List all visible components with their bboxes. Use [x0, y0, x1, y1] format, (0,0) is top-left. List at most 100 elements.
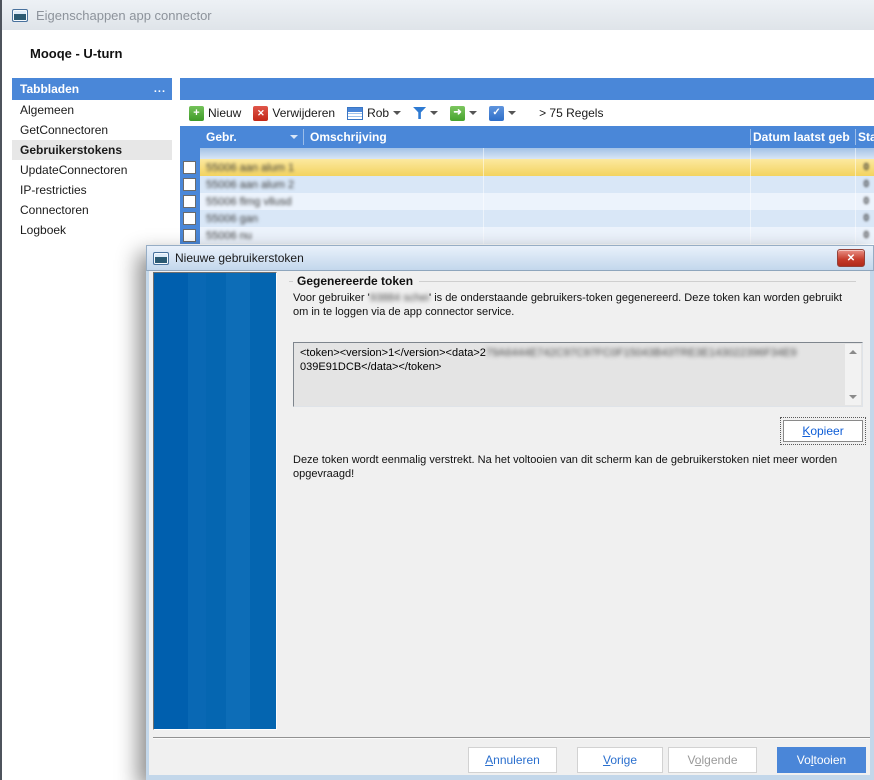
row-checkbox[interactable] [183, 161, 196, 174]
scrollbar[interactable] [845, 344, 861, 405]
page-title: Mooqe - U-turn [30, 46, 122, 61]
cell-gebr: 55006 nu [200, 230, 252, 242]
row-checkbox[interactable] [183, 212, 196, 225]
table-row[interactable]: 55006 aan alum 1 0 [200, 159, 874, 176]
plus-icon: + [189, 106, 204, 121]
wizard-banner [153, 272, 277, 730]
table-row[interactable]: 55006 aan alum 2 0 [200, 176, 874, 193]
export-dropdown[interactable]: ➜ [447, 104, 480, 123]
status-value: 0 [863, 162, 869, 173]
intro-username-redacted: 93884 schei [370, 292, 429, 304]
sidebar-item-connectoren[interactable]: Connectoren [12, 200, 172, 220]
finish-button[interactable]: Voltooien [777, 747, 866, 773]
group-box-header: Gegenereerde token [289, 274, 856, 288]
view-dropdown-label: Rob [367, 106, 389, 120]
column-divider [855, 148, 856, 244]
table-row[interactable]: 55006 nu 0 [200, 227, 874, 244]
column-divider [750, 129, 751, 145]
column-header-gebr[interactable]: Gebr. [206, 130, 237, 144]
column-divider [303, 129, 304, 145]
new-token-dialog: Nieuwe gebruikerstoken ✕ Gegenereerde to… [146, 245, 874, 780]
status-value: 0 [863, 213, 869, 224]
scroll-up-icon[interactable] [845, 344, 861, 359]
previous-button[interactable]: Vorige [577, 747, 663, 773]
view-dropdown[interactable]: Rob [344, 104, 404, 122]
arrow-right-icon: ➜ [450, 106, 465, 121]
intro-prefix: Voor gebruiker ' [293, 292, 370, 304]
table-row[interactable]: 55006 flmg vllusd 0 [200, 193, 874, 210]
new-button[interactable]: + Nieuw [186, 104, 244, 123]
group-box-title: Gegenereerde token [297, 274, 413, 288]
cell-gebr: 55006 gan [200, 213, 258, 225]
dialog-bottom-frame [149, 775, 870, 780]
sidebar-more-button[interactable]: ... [154, 83, 166, 95]
column-header-datum[interactable]: Datum laatst geb [753, 130, 850, 144]
column-divider [855, 129, 856, 145]
table-body: 55006 aan alum 1 0 55006 aan alum 2 0 55… [200, 159, 874, 244]
checkmark-icon: ✓ [489, 106, 504, 121]
cell-gebr: 55006 aan alum 1 [200, 162, 294, 174]
row-count-label: > 75 Regels [539, 106, 603, 120]
filter-dropdown[interactable] [410, 105, 441, 121]
token-suffix: 039E91DCB</data></token> [300, 361, 441, 373]
next-button[interactable]: Volgende [668, 747, 757, 773]
window-title: Eigenschappen app connector [36, 8, 212, 23]
button-separator [153, 737, 870, 738]
sidebar-item-logboek[interactable]: Logboek [12, 220, 172, 240]
column-divider [750, 148, 751, 244]
window-icon [12, 9, 28, 22]
filter-row[interactable] [200, 148, 874, 159]
row-checkbox[interactable] [183, 229, 196, 242]
select-dropdown[interactable]: ✓ [486, 104, 519, 123]
sidebar-header-label: Tabbladen [20, 82, 79, 96]
dialog-body: Gegenereerde token Voor gebruiker '93884… [146, 271, 874, 780]
dialog-titlebar[interactable]: Nieuwe gebruikerstoken ✕ [146, 245, 874, 271]
dialog-icon [153, 252, 169, 265]
sidebar: Tabbladen ... Algemeen GetConnectoren Ge… [12, 78, 172, 240]
delete-icon: ✕ [253, 106, 268, 121]
toolbar: + Nieuw ✕ Verwijderen Rob ➜ ✓ > 75 Regel… [180, 100, 874, 126]
sort-descending-icon[interactable] [290, 135, 298, 143]
close-icon[interactable]: ✕ [837, 249, 865, 267]
chevron-down-icon [508, 111, 516, 119]
token-textarea[interactable]: <token><version>1</version><data>279A644… [293, 342, 863, 407]
delete-button[interactable]: ✕ Verwijderen [250, 104, 338, 123]
column-header-omschrijving[interactable]: Omschrijving [310, 130, 387, 144]
table-row[interactable]: 55006 gan 0 [200, 210, 874, 227]
chevron-down-icon [469, 111, 477, 119]
new-button-label: Nieuw [208, 106, 241, 120]
sidebar-header: Tabbladen ... [12, 78, 172, 100]
sidebar-item-gebruikerstokens[interactable]: Gebruikerstokens [12, 140, 172, 160]
chevron-down-icon [393, 111, 401, 119]
token-redacted: 79A6444E742C97C97FC0F15043B43TRE3E143022… [486, 347, 797, 359]
token-prefix: <token><version>1</version><data>2 [300, 347, 486, 359]
scroll-down-icon[interactable] [845, 390, 861, 405]
chevron-down-icon [430, 111, 438, 119]
sidebar-item-getconnectoren[interactable]: GetConnectoren [12, 120, 172, 140]
dialog-title: Nieuwe gebruikerstoken [175, 251, 304, 265]
sidebar-item-ip-restricties[interactable]: IP-restricties [12, 180, 172, 200]
delete-button-label: Verwijderen [272, 106, 335, 120]
sidebar-item-algemeen[interactable]: Algemeen [12, 100, 172, 120]
window-left-edge [0, 0, 2, 780]
section-header-bar [180, 78, 874, 100]
group-box-line [289, 281, 293, 282]
warning-text: Deze token wordt eenmalig verstrekt. Na … [293, 453, 853, 481]
cell-gebr: 55006 aan alum 2 [200, 179, 294, 191]
intro-text: Voor gebruiker '93884 schei' is de onder… [293, 291, 845, 319]
column-divider [483, 148, 484, 244]
row-checkbox[interactable] [183, 195, 196, 208]
status-value: 0 [863, 196, 869, 207]
status-value: 0 [863, 179, 869, 190]
table-header: Gebr. Omschrijving Datum laatst geb Sta [180, 126, 874, 148]
window-titlebar: Eigenschappen app connector [2, 0, 874, 30]
cell-gebr: 55006 flmg vllusd [200, 196, 292, 208]
column-header-status[interactable]: Sta [858, 130, 874, 144]
status-value: 0 [863, 230, 869, 241]
row-checkbox[interactable] [183, 178, 196, 191]
copy-button[interactable]: Kopieer [783, 420, 863, 442]
filter-icon [413, 107, 426, 119]
cancel-button[interactable]: Annuleren [468, 747, 557, 773]
group-box-line [419, 281, 856, 282]
sidebar-item-updateconnectoren[interactable]: UpdateConnectoren [12, 160, 172, 180]
